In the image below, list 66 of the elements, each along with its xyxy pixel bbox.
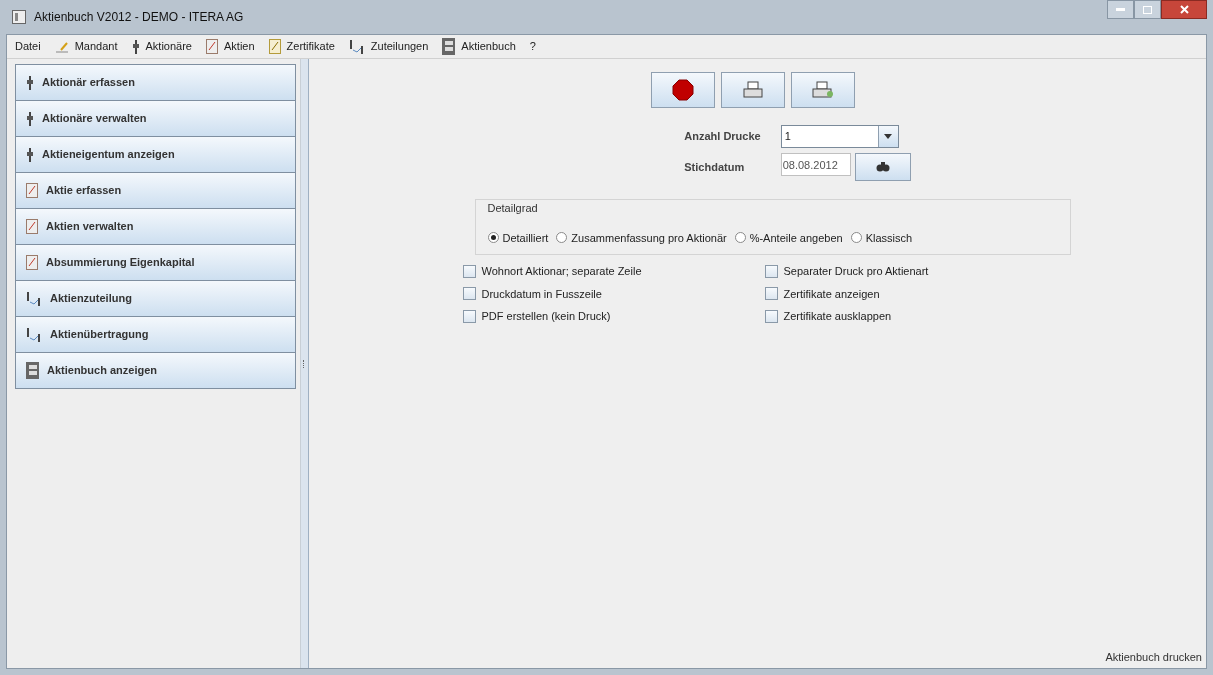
radio-option[interactable]: %-Anteile angeben (734, 229, 843, 246)
maximize-button[interactable] (1134, 0, 1161, 19)
menu-item[interactable]: Aktionäre (131, 38, 192, 55)
checkbox-option[interactable]: Separater Druck pro Aktienart (764, 263, 1023, 280)
sidebar-button[interactable]: Aktienbuch anzeigen (15, 352, 296, 389)
menu-item[interactable]: Datei (15, 38, 41, 55)
book-icon (26, 362, 39, 379)
print-button[interactable] (720, 72, 785, 108)
menu-item[interactable]: Zertifikate (268, 38, 335, 55)
menu-item[interactable]: Aktienbuch (442, 38, 516, 55)
splitter-handle[interactable] (303, 359, 306, 368)
menu-item[interactable]: Mandant (54, 38, 118, 55)
sidebar-button[interactable]: Aktienübertragung (15, 316, 296, 353)
menu-item[interactable]: ? (529, 38, 536, 55)
app-icon (12, 10, 26, 24)
menu-item[interactable]: Aktien (206, 38, 255, 55)
search-button[interactable] (854, 153, 911, 181)
field-label: Stichdatum (684, 159, 746, 175)
menu-item[interactable]: Zuteilungen (348, 38, 429, 55)
checkbox-option[interactable]: Wohnort Aktionar; separate Zeile (462, 263, 743, 280)
sidebar-button[interactable]: Aktienzuteilung (15, 280, 296, 317)
checkbox-option[interactable]: Druckdatum in Fusszeile (462, 285, 743, 302)
minimize-button[interactable] (1107, 0, 1134, 19)
document-icon (26, 183, 38, 198)
document-icon (206, 39, 218, 54)
figure-icon (26, 147, 34, 162)
checkbox-option[interactable]: PDF erstellen (kein Druck) (462, 308, 743, 325)
radio-option[interactable]: Zusammenfassung pro Aktionär (556, 229, 727, 246)
radio-option[interactable]: Detailliert (487, 229, 549, 246)
binoculars-icon (875, 162, 890, 172)
document-icon (26, 255, 38, 270)
printer-icon (742, 81, 763, 99)
window-title: Aktienbuch V2012 - DEMO - ITERA AG (34, 9, 244, 26)
transfer-icon (26, 291, 42, 306)
figure-icon (26, 75, 34, 90)
minimize-icon (1116, 8, 1125, 11)
sidebar-button[interactable]: Aktieneigentum anzeigen (15, 136, 296, 173)
document-icon (268, 39, 281, 54)
figure-icon (26, 111, 34, 126)
stop-button[interactable] (650, 72, 715, 108)
transfer-icon (26, 327, 42, 342)
figure-icon (131, 39, 140, 54)
sidebar-button[interactable]: Absummierung Eigenkapital (15, 244, 296, 281)
sidebar-button[interactable]: Aktionäre verwalten (15, 100, 296, 137)
checkbox-option[interactable]: Zertifikate ausklappen (764, 308, 1023, 325)
sidebar-button[interactable]: Aktionär erfassen (15, 64, 296, 101)
radio-option[interactable]: Klassisch (850, 229, 913, 246)
maximize-icon (1143, 5, 1152, 14)
transfer-icon (348, 39, 365, 54)
group-title: Detailgrad (487, 201, 539, 216)
pen-icon (54, 40, 69, 53)
close-icon (1179, 5, 1189, 14)
book-icon (442, 38, 456, 55)
document-icon (26, 219, 38, 234)
sidebar-button[interactable]: Aktie erfassen (15, 172, 296, 209)
close-button[interactable] (1161, 0, 1207, 19)
field-label: Anzahl Drucke (684, 129, 761, 145)
dropdown-arrow-icon (884, 134, 893, 139)
checkbox-option[interactable]: Zertifikate anzeigen (764, 285, 1023, 302)
stop-icon (671, 79, 694, 101)
sidebar-button[interactable]: Aktien verwalten (15, 208, 296, 245)
print-button[interactable] (790, 72, 855, 108)
status-text: Aktienbuch drucken (1105, 651, 1202, 663)
date-field[interactable]: 08.08.2012 (780, 153, 851, 176)
printer-icon (811, 81, 834, 99)
copies-dropdown[interactable]: 1 (780, 125, 899, 148)
